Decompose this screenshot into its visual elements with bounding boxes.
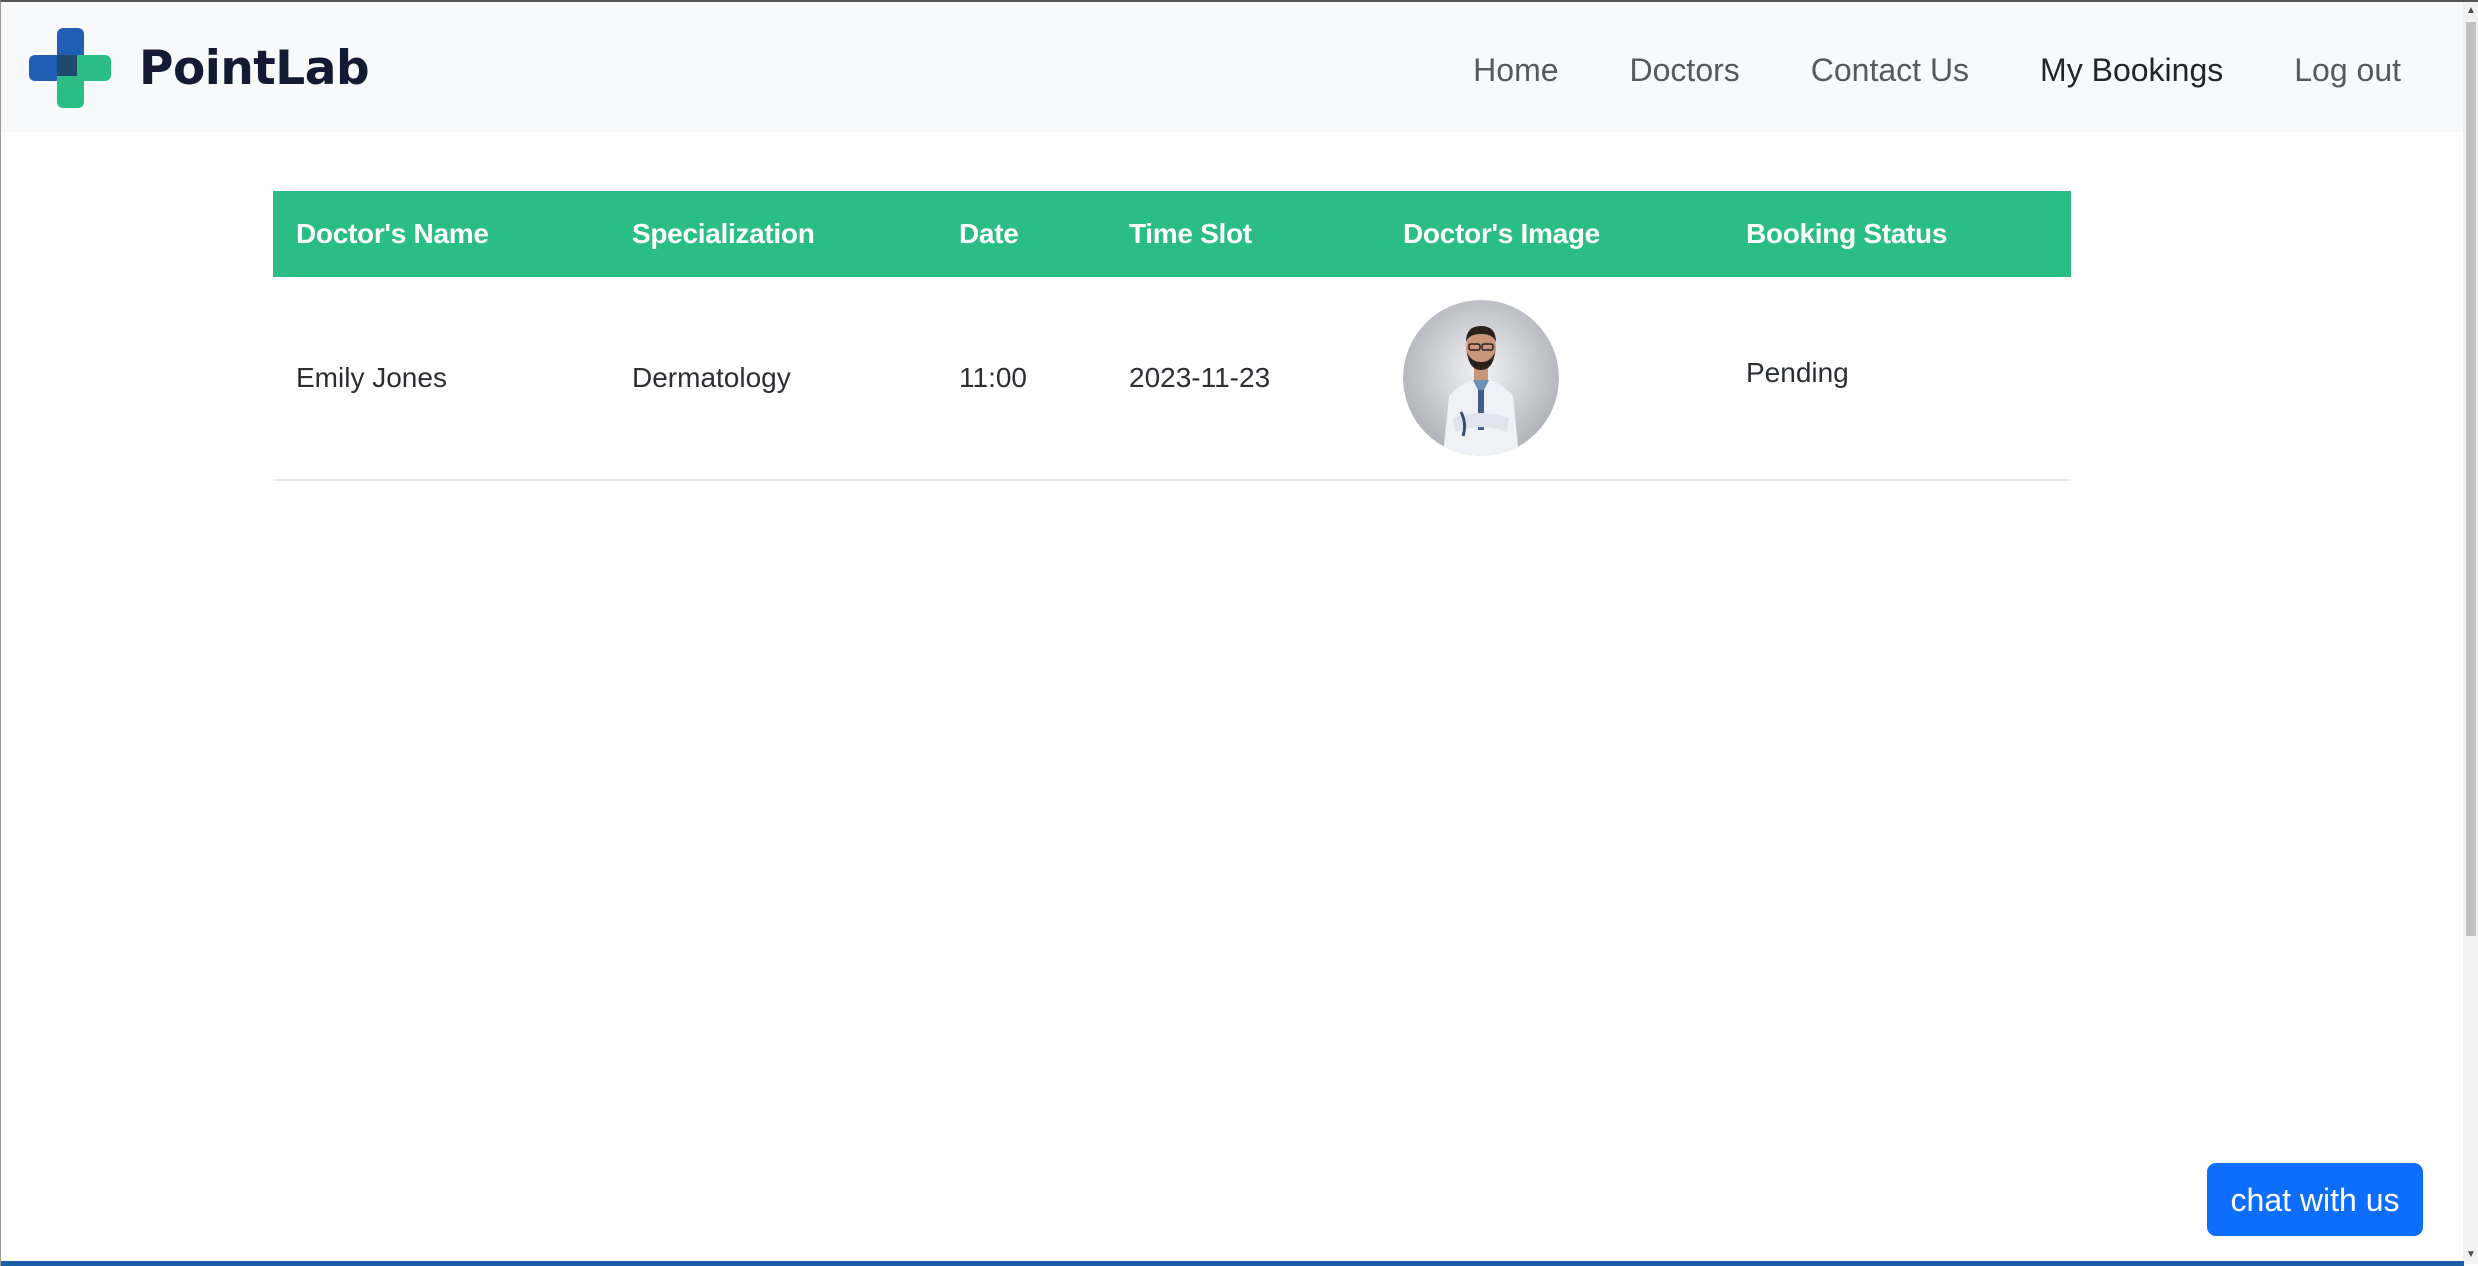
header-specialization: Specialization [609,191,936,277]
bottom-edge-bar [1,1261,2464,1266]
page: PointLab Home Doctors Contact Us My Book… [0,0,2478,1266]
cell-date: 11:00 [936,277,1106,481]
header-booking-status: Booking Status [1723,191,2071,277]
main-nav: Home Doctors Contact Us My Bookings Log … [1402,48,2401,92]
scroll-thumb[interactable] [2466,22,2476,936]
header-doctor-name: Doctor's Name [273,191,609,277]
medical-cross-icon [29,28,111,108]
cell-time-slot: 2023-11-23 [1106,277,1380,481]
vertical-scrollbar[interactable]: ▲ ▼ [2463,2,2478,1264]
scroll-up-arrow-icon[interactable]: ▲ [2466,6,2476,16]
cell-specialization: Dermatology [609,277,936,481]
nav-log-out[interactable]: Log out [2294,48,2401,92]
brand[interactable]: PointLab [29,28,370,108]
chat-with-us-button[interactable]: chat with us [2207,1163,2423,1236]
navbar: PointLab Home Doctors Contact Us My Book… [1,2,2464,132]
nav-doctors[interactable]: Doctors [1630,48,1740,92]
cell-doctor-image [1380,277,1723,481]
nav-home[interactable]: Home [1473,48,1558,92]
cell-booking-status: Pending [1723,277,2071,481]
header-doctor-image: Doctor's Image [1380,191,1723,277]
nav-contact-us[interactable]: Contact Us [1811,48,1969,92]
nav-my-bookings[interactable]: My Bookings [2040,48,2223,92]
table-header: Doctor's Name Specialization Date Time S… [273,191,2071,277]
header-time-slot: Time Slot [1106,191,1380,277]
scroll-down-arrow-icon[interactable]: ▼ [2466,1250,2476,1260]
brand-name: PointLab [139,40,370,96]
table-row: Emily Jones Dermatology 11:00 2023-11-23 [273,277,2071,481]
cell-doctor-name: Emily Jones [273,277,609,481]
bookings-table: Doctor's Name Specialization Date Time S… [273,191,2071,481]
doctor-avatar [1403,300,1559,456]
header-date: Date [936,191,1106,277]
